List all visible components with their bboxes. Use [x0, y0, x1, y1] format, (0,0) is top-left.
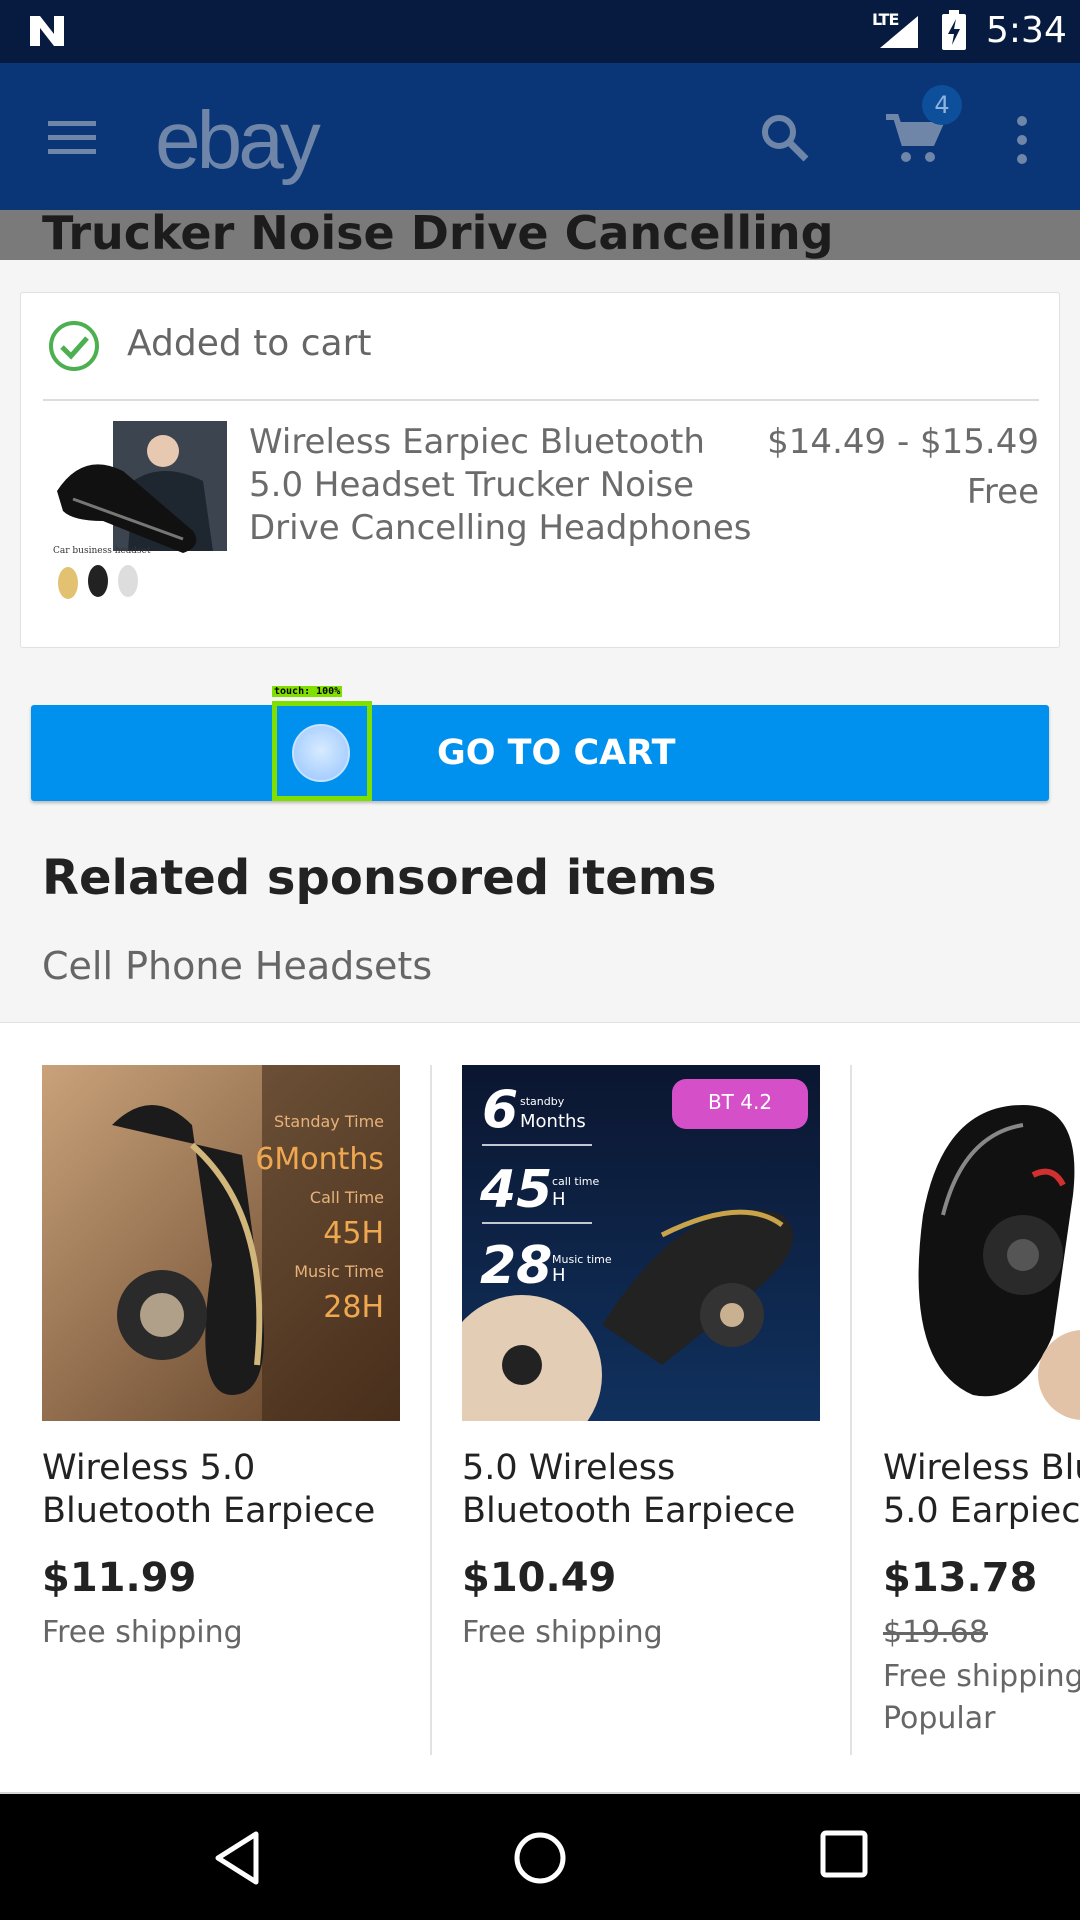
item-thumbnail[interactable]: Car business headset	[43, 421, 227, 605]
related-item-title[interactable]: Wireless Blu 5.0 Earpiece	[883, 1447, 1080, 1533]
related-item-price: $11.99	[42, 1555, 197, 1601]
cart-count-badge: 4	[922, 85, 962, 125]
related-item-shipping: Free shipping	[462, 1615, 663, 1650]
related-item-title[interactable]: 5.0 Wireless Bluetooth Earpiece	[462, 1447, 842, 1533]
image-text: Standay Time	[274, 1112, 384, 1131]
search-icon[interactable]	[758, 111, 812, 165]
image-text: BT 4.2	[708, 1090, 772, 1114]
popular-tag: Popular	[883, 1701, 996, 1736]
image-text: Music Time	[294, 1262, 384, 1281]
recents-icon[interactable]	[820, 1830, 868, 1878]
divider	[43, 399, 1039, 401]
related-item-shipping: Free shipping	[42, 1615, 243, 1650]
related-sponsored-heading: Related sponsored items	[42, 850, 717, 906]
related-items-carousel[interactable]: Standay Time 6Months Call Time 45H Music…	[0, 1022, 1080, 1793]
signal-icon	[880, 16, 918, 48]
product-image[interactable]: Standay Time 6Months Call Time 45H Music…	[42, 1065, 400, 1421]
system-nav-bar	[0, 1794, 1080, 1920]
more-vert-icon[interactable]	[1012, 115, 1032, 165]
image-text: Months	[520, 1111, 586, 1132]
image-text: 6Months	[255, 1142, 384, 1177]
image-text: Call Time	[310, 1188, 384, 1207]
added-to-cart-sheet: Added to cart Car business headset Wirel…	[0, 260, 1080, 1808]
touch-point	[292, 724, 350, 782]
related-item-card[interactable]: Standay Time 6Months Call Time 45H Music…	[0, 1023, 420, 1743]
go-to-cart-button[interactable]: GO TO CART	[31, 705, 1049, 801]
image-text: 45H	[323, 1216, 384, 1251]
image-text: 6	[482, 1080, 518, 1140]
background-page-title-strip: Trucker Noise Drive Cancelling	[0, 210, 1080, 260]
image-text: call time	[552, 1175, 599, 1188]
added-to-cart-label: Added to cart	[127, 323, 372, 364]
added-item-shipping: Free	[966, 472, 1039, 512]
back-icon[interactable]	[212, 1830, 262, 1886]
image-text: standby	[520, 1095, 565, 1108]
go-to-cart-label: GO TO CART	[437, 733, 676, 773]
ebay-logo[interactable]: ebay	[155, 91, 321, 191]
svg-text:Car business headset: Car business headset	[53, 546, 151, 556]
product-image[interactable]	[883, 1065, 1080, 1421]
related-item-card[interactable]: Wireless Blu 5.0 Earpiece $13.78 $19.68 …	[841, 1023, 1080, 1743]
added-to-cart-card: Added to cart Car business headset Wirel…	[20, 292, 1060, 648]
app-bar: ebay 4	[0, 63, 1080, 210]
clock: 5:34	[986, 10, 1067, 51]
touch-indicator-label: touch: 100%	[272, 686, 343, 697]
battery-charging-icon	[942, 10, 966, 50]
related-item-price: $13.78	[883, 1555, 1038, 1601]
related-item-title[interactable]: Wireless 5.0 Bluetooth Earpiece	[42, 1447, 422, 1533]
related-category[interactable]: Cell Phone Headsets	[42, 944, 432, 988]
image-text: 45	[479, 1160, 552, 1220]
n-logo-icon	[30, 16, 64, 46]
image-text: H	[552, 1265, 566, 1286]
image-text: H	[552, 1189, 566, 1210]
background-item-title: Trucker Noise Drive Cancelling	[42, 210, 834, 260]
image-text: 28	[480, 1236, 552, 1296]
related-item-original-price: $19.68	[883, 1615, 988, 1650]
status-bar: LTE 5:34	[0, 0, 1080, 63]
related-item-price: $10.49	[462, 1555, 617, 1601]
menu-icon[interactable]	[48, 117, 96, 157]
added-item-title[interactable]: Wireless Earpiec Bluetooth 5.0 Headset T…	[249, 421, 769, 550]
added-item-price: $14.49 - $15.49	[767, 422, 1039, 462]
related-item-shipping: Free shipping	[883, 1659, 1080, 1694]
related-item-card[interactable]: BT 4.2 6 standby Months 45 call time H 2…	[420, 1023, 840, 1743]
image-text: 28H	[323, 1290, 384, 1325]
check-circle-icon	[49, 321, 99, 371]
home-icon[interactable]	[512, 1830, 568, 1886]
product-image[interactable]: BT 4.2 6 standby Months 45 call time H 2…	[462, 1065, 820, 1421]
